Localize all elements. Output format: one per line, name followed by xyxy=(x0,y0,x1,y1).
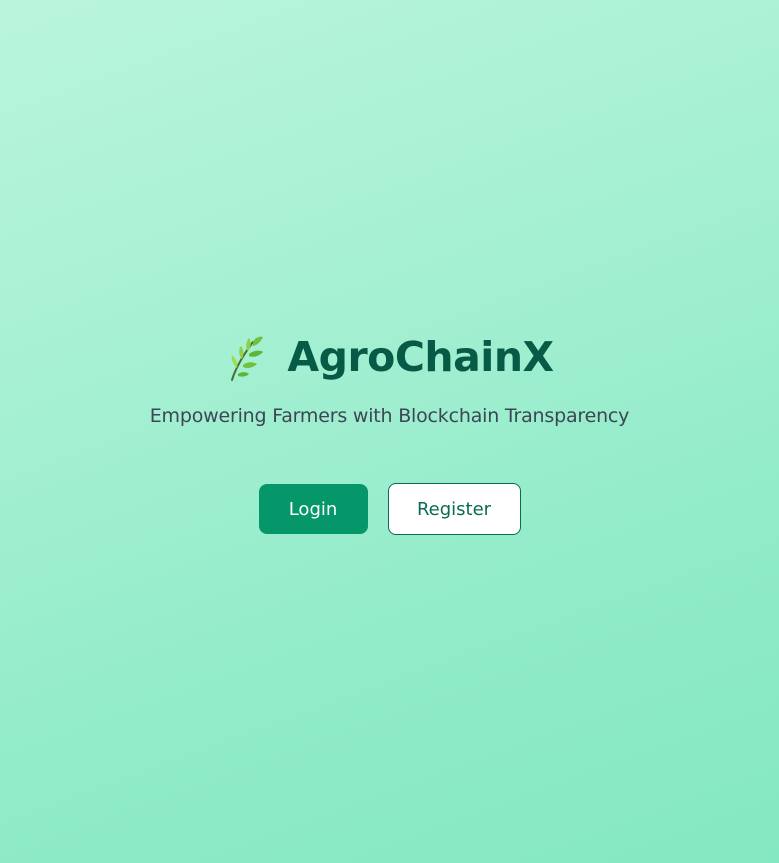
auth-actions: Login Register xyxy=(0,483,779,535)
app-title: AgroChainX xyxy=(287,333,554,381)
register-button[interactable]: Register xyxy=(387,483,521,535)
tagline: Empowering Farmers with Blockchain Trans… xyxy=(149,405,630,427)
brand-header: AgroChainX xyxy=(0,329,779,385)
landing-hero: AgroChainX Empowering Farmers with Block… xyxy=(0,0,779,863)
herb-sprig-icon xyxy=(231,336,264,381)
login-button[interactable]: Login xyxy=(258,484,368,534)
